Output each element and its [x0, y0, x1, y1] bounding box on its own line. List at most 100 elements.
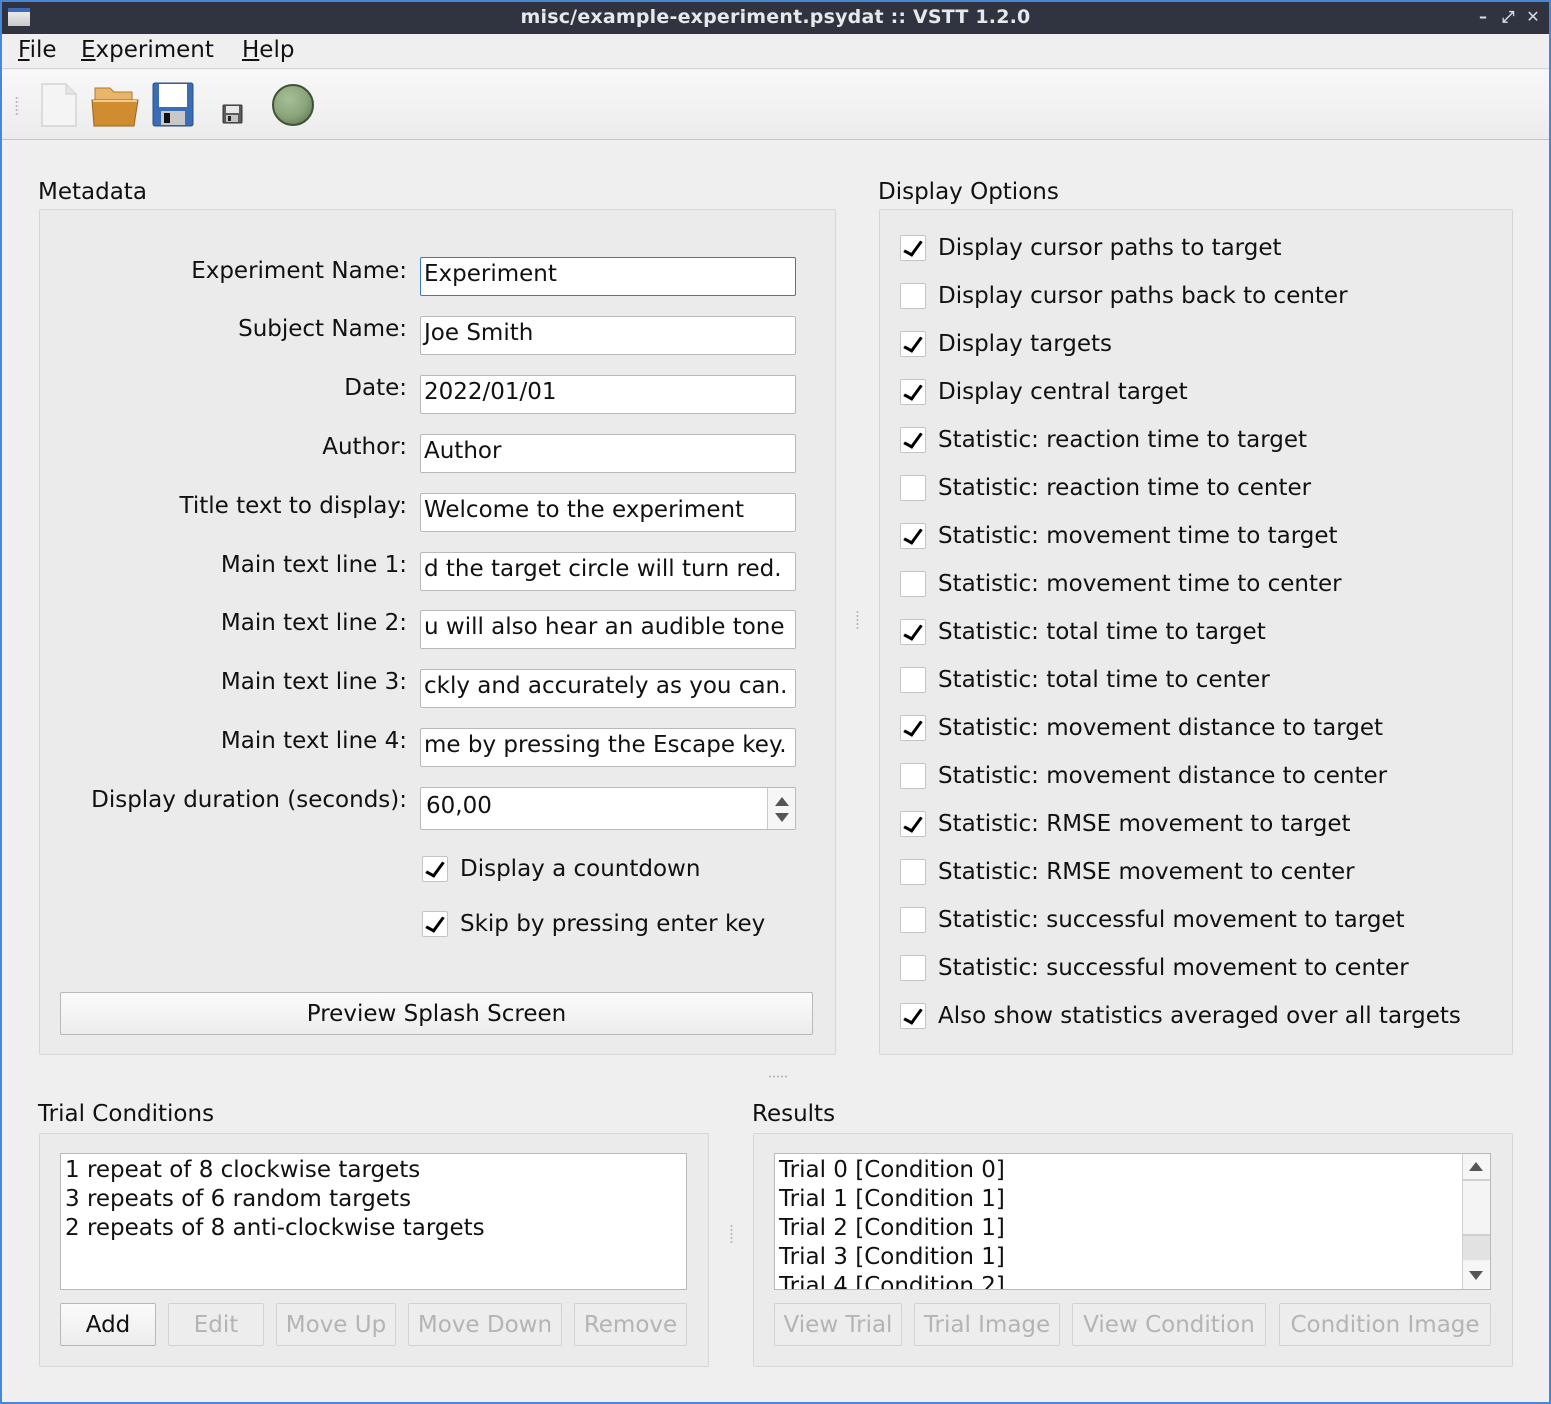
display-option-checkbox[interactable]: Display central target	[900, 377, 1188, 407]
horizontal-splitter-handle[interactable]	[768, 1075, 788, 1078]
checkbox-unchecked[interactable]	[900, 763, 926, 789]
menu-experiment[interactable]: Experiment	[81, 37, 214, 63]
checkbox-checked[interactable]	[900, 811, 926, 837]
author-field[interactable]: Author	[420, 434, 796, 473]
display-duration-spinbox[interactable]: 60,00	[420, 787, 796, 830]
author-value: Author	[424, 438, 502, 464]
small-floppy-icon	[222, 104, 243, 124]
main-text-line-4-value: me by pressing the Escape key.	[424, 732, 787, 758]
toolbar-grip-handle[interactable]	[15, 96, 19, 116]
main-text-line-4-field[interactable]: me by pressing the Escape key.	[420, 728, 796, 767]
display-option-checkbox[interactable]: Statistic: RMSE movement to target	[900, 809, 1351, 839]
condition-list-item[interactable]: 3 repeats of 6 random targets	[61, 1185, 686, 1214]
scrollbar-thumb[interactable]	[1463, 1234, 1490, 1260]
menu-help[interactable]: Help	[242, 37, 294, 63]
display-option-label: Statistic: movement distance to center	[938, 763, 1388, 789]
display-option-checkbox[interactable]: Statistic: reaction time to target	[900, 425, 1307, 455]
checkbox-checked[interactable]	[422, 856, 448, 882]
scroll-down-button[interactable]	[1463, 1262, 1490, 1289]
move-up-button[interactable]: Move Up	[276, 1303, 396, 1346]
condition-list-item[interactable]: 1 repeat of 8 clockwise targets	[61, 1156, 686, 1185]
subject-name-field[interactable]: Joe Smith	[420, 316, 796, 355]
display-countdown-label: Display a countdown	[460, 856, 701, 882]
display-option-checkbox[interactable]: Statistic: movement distance to target	[900, 713, 1383, 743]
checkbox-checked[interactable]	[900, 427, 926, 453]
main-text-line-3-field[interactable]: ckly and accurately as you can.	[420, 669, 796, 708]
display-option-checkbox[interactable]: Statistic: movement time to center	[900, 569, 1342, 599]
move-down-button[interactable]: Move Down	[408, 1303, 562, 1346]
result-list-item[interactable]: Trial 3 [Condition 1]	[775, 1243, 1490, 1272]
title-text-field[interactable]: Welcome to the experiment	[420, 493, 796, 532]
main-text-line-2-field[interactable]: u will also hear an audible tone	[420, 610, 796, 649]
edit-condition-button[interactable]: Edit	[168, 1303, 264, 1346]
checkbox-unchecked[interactable]	[900, 475, 926, 501]
result-list-item[interactable]: Trial 0 [Condition 0]	[775, 1156, 1490, 1185]
checkbox-checked[interactable]	[900, 235, 926, 261]
checkbox-checked[interactable]	[422, 911, 448, 937]
condition-list-item[interactable]: 2 repeats of 8 anti-clockwise targets	[61, 1214, 686, 1243]
display-option-checkbox[interactable]: Statistic: movement time to target	[900, 521, 1338, 551]
skip-enter-key-checkbox[interactable]: Skip by pressing enter key	[422, 909, 765, 939]
preview-splash-screen-button[interactable]: Preview Splash Screen	[60, 992, 813, 1035]
display-option-checkbox[interactable]: Display targets	[900, 329, 1112, 359]
trial-image-button[interactable]: Trial Image	[914, 1303, 1060, 1346]
save-button[interactable]	[150, 80, 200, 130]
checkbox-unchecked[interactable]	[900, 955, 926, 981]
checkbox-checked[interactable]	[900, 523, 926, 549]
display-option-checkbox[interactable]: Statistic: successful movement to center	[900, 953, 1409, 983]
trial-conditions-list[interactable]: 1 repeat of 8 clockwise targets 3 repeat…	[60, 1153, 687, 1290]
close-button[interactable]: ✕	[1524, 8, 1542, 26]
spin-down-arrow-icon[interactable]	[775, 813, 789, 822]
maximize-button[interactable]: ⤢	[1499, 8, 1517, 26]
display-option-checkbox[interactable]: Statistic: total time to target	[900, 617, 1266, 647]
display-option-checkbox[interactable]: Statistic: movement distance to center	[900, 761, 1387, 791]
bottom-splitter-handle[interactable]	[730, 1224, 733, 1244]
display-option-checkbox[interactable]: Statistic: successful movement to target	[900, 905, 1405, 935]
metadata-title: Metadata	[38, 179, 147, 205]
checkbox-checked[interactable]	[900, 331, 926, 357]
display-option-checkbox[interactable]: Also show statistics averaged over all t…	[900, 1001, 1461, 1031]
checkbox-unchecked[interactable]	[900, 667, 926, 693]
save-as-button[interactable]	[210, 80, 260, 130]
open-file-button[interactable]	[90, 80, 140, 130]
menu-file-label: ile	[29, 37, 57, 63]
title-bar[interactable]: misc/example-experiment.psydat :: VSTT 1…	[2, 2, 1549, 34]
checkbox-checked[interactable]	[900, 1003, 926, 1029]
checkbox-unchecked[interactable]	[900, 859, 926, 885]
display-option-label: Display central target	[938, 379, 1188, 405]
display-option-checkbox[interactable]: Statistic: RMSE movement to center	[900, 857, 1355, 887]
checkbox-unchecked[interactable]	[900, 283, 926, 309]
date-field[interactable]: 2022/01/01	[420, 375, 796, 414]
remove-condition-button[interactable]: Remove	[574, 1303, 687, 1346]
results-list[interactable]: Trial 0 [Condition 0] Trial 1 [Condition…	[774, 1153, 1491, 1290]
results-scrollbar[interactable]	[1462, 1154, 1490, 1289]
experiment-name-label: Experiment Name:	[191, 258, 407, 284]
checkbox-checked[interactable]	[900, 619, 926, 645]
display-countdown-checkbox[interactable]: Display a countdown	[422, 854, 700, 884]
run-experiment-button[interactable]	[268, 80, 318, 130]
display-option-label: Statistic: total time to center	[938, 667, 1270, 693]
display-option-checkbox[interactable]: Display cursor paths to target	[900, 233, 1282, 263]
menu-file[interactable]: File	[18, 37, 57, 63]
new-file-button[interactable]	[34, 80, 84, 130]
experiment-name-field[interactable]: Experiment	[420, 257, 796, 296]
result-list-item[interactable]: Trial 2 [Condition 1]	[775, 1214, 1490, 1243]
spin-up-arrow-icon[interactable]	[775, 797, 789, 806]
main-text-line-1-field[interactable]: d the target circle will turn red.	[420, 552, 796, 591]
result-list-item[interactable]: Trial 4 [Condition 2]	[775, 1272, 1490, 1289]
checkbox-checked[interactable]	[900, 715, 926, 741]
display-option-checkbox[interactable]: Statistic: total time to center	[900, 665, 1270, 695]
checkbox-unchecked[interactable]	[900, 571, 926, 597]
view-trial-button[interactable]: View Trial	[774, 1303, 902, 1346]
add-condition-button[interactable]: Add	[60, 1303, 156, 1346]
result-list-item[interactable]: Trial 1 [Condition 1]	[775, 1185, 1490, 1214]
display-option-checkbox[interactable]: Display cursor paths back to center	[900, 281, 1348, 311]
display-option-checkbox[interactable]: Statistic: reaction time to center	[900, 473, 1311, 503]
condition-image-button[interactable]: Condition Image	[1279, 1303, 1491, 1346]
minimize-button[interactable]: –	[1474, 8, 1492, 26]
checkbox-unchecked[interactable]	[900, 907, 926, 933]
vertical-splitter-handle[interactable]	[856, 610, 859, 630]
checkbox-checked[interactable]	[900, 379, 926, 405]
view-condition-button[interactable]: View Condition	[1072, 1303, 1266, 1346]
scroll-up-button[interactable]	[1463, 1154, 1490, 1181]
